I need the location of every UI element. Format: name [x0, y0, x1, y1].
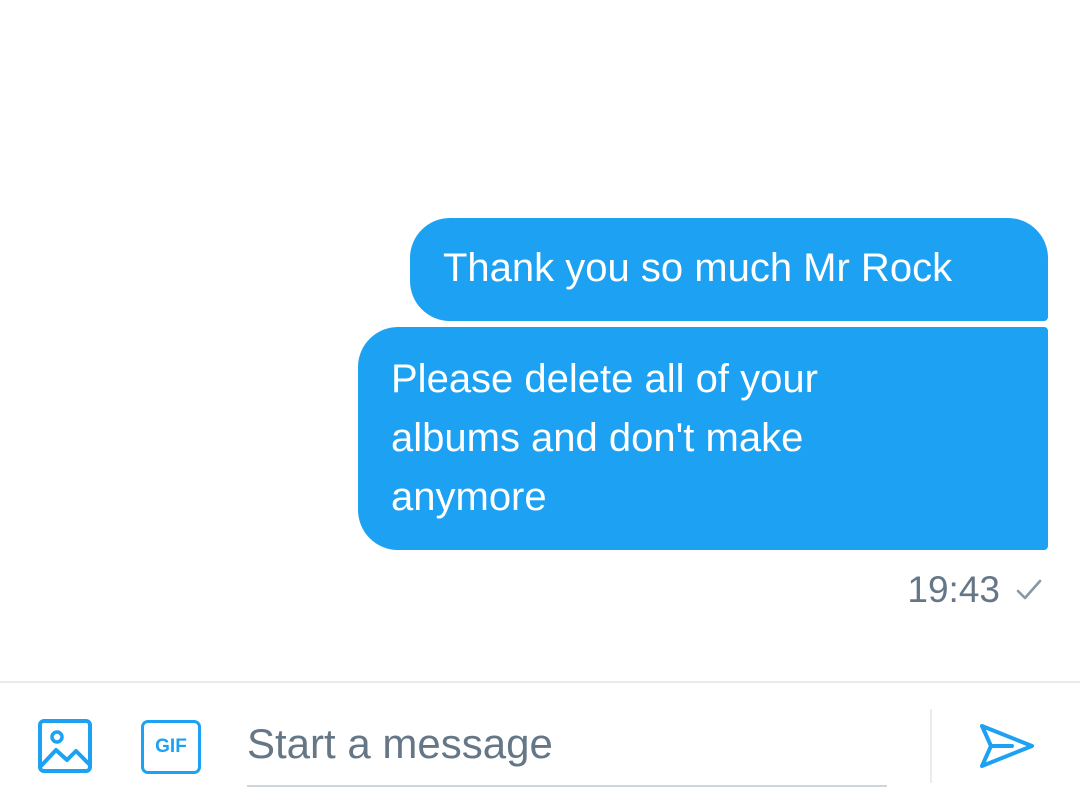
message-text: Please delete all of your albums and don…: [391, 357, 818, 519]
message-text: Thank you so much Mr Rock: [443, 246, 953, 290]
check-icon: [1016, 579, 1042, 600]
message-composer: GIF: [0, 681, 1080, 810]
send-icon[interactable]: [978, 721, 1036, 771]
gif-label: GIF: [141, 720, 201, 774]
message-bubble[interactable]: Thank you so much Mr Rock: [410, 218, 1048, 321]
conversation-thread: Thank you so much Mr Rock Please delete …: [0, 0, 1080, 680]
message-input[interactable]: [247, 703, 887, 787]
message-timestamp: 19:43: [907, 569, 1000, 610]
gif-button[interactable]: GIF: [141, 720, 201, 774]
message-meta: 19:43: [907, 566, 1044, 614]
composer-divider: [930, 709, 932, 783]
image-icon[interactable]: [37, 718, 93, 774]
message-bubble[interactable]: Please delete all of your albums and don…: [358, 327, 1048, 550]
